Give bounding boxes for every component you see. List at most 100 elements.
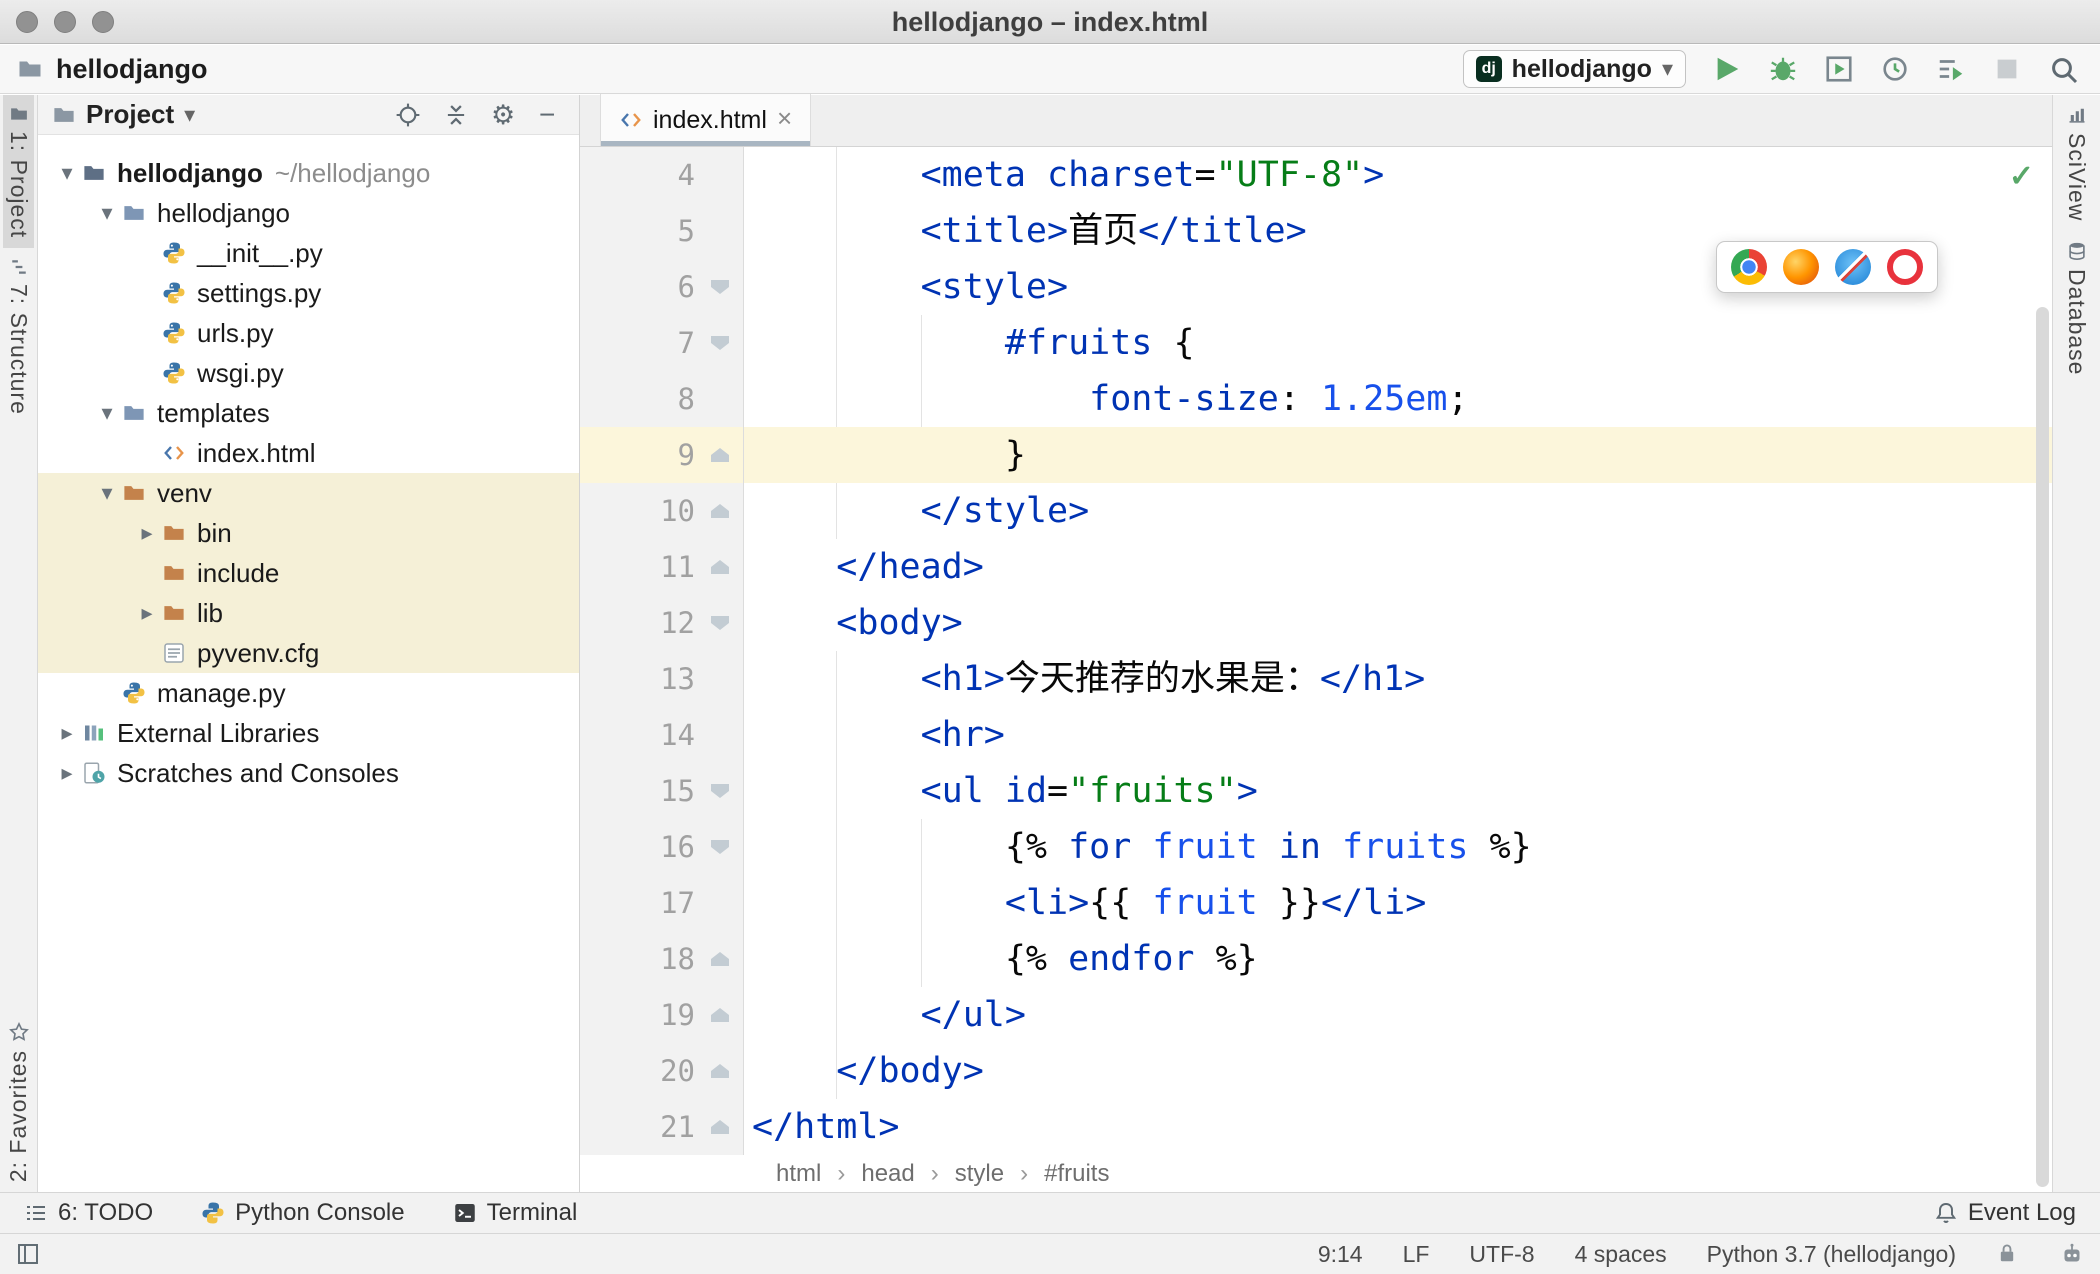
code-line-8[interactable]: font-size: 1.25em; (744, 371, 2052, 427)
stop-button[interactable] (1992, 54, 2022, 84)
indent-setting[interactable]: 4 spaces (1575, 1241, 1667, 1268)
code-line-21[interactable]: </html> (744, 1099, 2052, 1155)
chevron-right-icon[interactable] (54, 760, 80, 786)
profiler-button[interactable] (1880, 54, 1910, 84)
code-line-9[interactable]: } (744, 427, 2052, 483)
tool-button-event-log[interactable]: Event Log (1934, 1199, 2076, 1227)
locate-file-icon[interactable] (395, 102, 421, 128)
code-area[interactable]: <meta charset="UTF-8"> <title>首页</title>… (744, 147, 2052, 1155)
breadcrumb-head[interactable]: head (861, 1160, 914, 1188)
fold-down-icon[interactable] (711, 784, 729, 798)
breadcrumb-style[interactable]: style (955, 1160, 1004, 1188)
opera-browser-icon[interactable] (1887, 249, 1923, 285)
tree-item-templates[interactable]: templates (38, 393, 579, 433)
tool-button-database[interactable]: Database (2061, 231, 2092, 385)
code-line-19[interactable]: </ul> (744, 987, 2052, 1043)
run-configuration-select[interactable]: dj hellodjango (1462, 50, 1686, 88)
main-toolbar: hellodjango dj hellodjango (0, 45, 2100, 94)
chevron-down-icon[interactable] (94, 480, 120, 506)
fold-down-icon[interactable] (711, 336, 729, 350)
caret-position[interactable]: 9:14 (1318, 1241, 1363, 1268)
line-number: 12 (660, 606, 695, 640)
tree-item-bin[interactable]: bin (38, 513, 579, 553)
chevron-right-icon[interactable] (134, 600, 160, 626)
breadcrumb-html[interactable]: html (776, 1160, 821, 1188)
code-line-14[interactable]: <hr> (744, 707, 2052, 763)
file-encoding[interactable]: UTF-8 (1469, 1241, 1534, 1268)
safari-browser-icon[interactable] (1835, 249, 1871, 285)
highlighting-level-icon[interactable] (2060, 1242, 2084, 1266)
line-number: 19 (660, 998, 695, 1032)
breadcrumb-fruits[interactable]: #fruits (1044, 1160, 1109, 1188)
project-panel-title[interactable]: Project (86, 99, 174, 130)
code-line-10[interactable]: </style> (744, 483, 2052, 539)
fold-up-icon[interactable] (711, 1064, 729, 1078)
tree-item-settings-py[interactable]: settings.py (38, 273, 579, 313)
tool-button-favorites[interactable]: 2: Favorites (3, 1012, 34, 1192)
code-line-13[interactable]: <h1>今天推荐的水果是：</h1> (744, 651, 2052, 707)
code-line-15[interactable]: <ul id="fruits"> (744, 763, 2052, 819)
tool-button-sciview[interactable]: SciView (2061, 95, 2092, 231)
run-button[interactable] (1712, 54, 1742, 84)
tool-button-project[interactable]: 1: Project (3, 95, 34, 249)
lock-icon[interactable] (1996, 1242, 2020, 1266)
chevron-down-icon[interactable] (94, 200, 120, 226)
code-line-17[interactable]: <li>{{ fruit }}</li> (744, 875, 2052, 931)
fold-down-icon[interactable] (711, 280, 729, 294)
chevron-right-icon[interactable] (134, 520, 160, 546)
code-line-4[interactable]: <meta charset="UTF-8"> (744, 147, 2052, 203)
tree-item-external-libraries[interactable]: External Libraries (38, 713, 579, 753)
chevron-down-icon[interactable] (94, 400, 120, 426)
toolwindow-toggle-icon[interactable] (16, 1242, 40, 1266)
code-line-16[interactable]: {% for fruit in fruits %} (744, 819, 2052, 875)
close-tab-icon[interactable] (777, 108, 792, 132)
python-interpreter[interactable]: Python 3.7 (hellodjango) (1707, 1241, 1956, 1268)
tree-item-manage-py[interactable]: manage.py (38, 673, 579, 713)
chrome-browser-icon[interactable] (1731, 249, 1767, 285)
fold-up-icon[interactable] (711, 1008, 729, 1022)
fold-down-icon[interactable] (711, 840, 729, 854)
tree-item-include[interactable]: include (38, 553, 579, 593)
tree-item-index-html[interactable]: index.html (38, 433, 579, 473)
tree-item-lib[interactable]: lib (38, 593, 579, 633)
tree-item-hellodjango-package[interactable]: hellodjango (38, 193, 579, 233)
tree-item-project-root[interactable]: hellodjango ~/hellodjango (38, 153, 579, 193)
run-anything-button[interactable] (1936, 54, 1966, 84)
fold-up-icon[interactable] (711, 504, 729, 518)
tool-button-python-console[interactable]: Python Console (201, 1199, 405, 1227)
fold-up-icon[interactable] (711, 952, 729, 966)
chevron-right-icon[interactable] (54, 720, 80, 746)
tool-button-todo[interactable]: 6: TODO (24, 1199, 153, 1227)
tree-item-urls-py[interactable]: urls.py (38, 313, 579, 353)
tree-item-scratches[interactable]: Scratches and Consoles (38, 753, 579, 793)
fold-up-icon[interactable] (711, 560, 729, 574)
inspections-ok-icon[interactable] (2009, 159, 2034, 194)
code-line-20[interactable]: </body> (744, 1043, 2052, 1099)
code-line-12[interactable]: <body> (744, 595, 2052, 651)
chevron-down-icon[interactable] (184, 102, 195, 128)
code-line-18[interactable]: {% endfor %} (744, 931, 2052, 987)
run-with-coverage-button[interactable] (1824, 54, 1854, 84)
tool-button-terminal[interactable]: Terminal (453, 1199, 577, 1227)
fold-up-icon[interactable] (711, 1120, 729, 1134)
tree-item-wsgi-py[interactable]: wsgi.py (38, 353, 579, 393)
search-everywhere-button[interactable] (2048, 54, 2078, 84)
line-separator[interactable]: LF (1403, 1241, 1430, 1268)
tree-item-init-py[interactable]: __init__.py (38, 233, 579, 273)
tool-button-structure[interactable]: 7: Structure (3, 248, 34, 425)
tab-index-html[interactable]: index.html (600, 94, 812, 146)
hide-panel-icon[interactable] (539, 102, 565, 128)
tree-item-pyvenv-cfg[interactable]: pyvenv.cfg (38, 633, 579, 673)
code-line-11[interactable]: </head> (744, 539, 2052, 595)
collapse-all-icon[interactable] (443, 102, 469, 128)
gear-icon[interactable] (491, 102, 517, 128)
tree-item-venv[interactable]: venv (38, 473, 579, 513)
code-line-7[interactable]: #fruits { (744, 315, 2052, 371)
firefox-browser-icon[interactable] (1783, 249, 1819, 285)
fold-down-icon[interactable] (711, 616, 729, 630)
chevron-down-icon[interactable] (54, 160, 80, 186)
fold-up-icon[interactable] (711, 448, 729, 462)
debug-button[interactable] (1768, 54, 1798, 84)
tool-button-python-console-label: Python Console (235, 1199, 405, 1226)
editor-scrollbar[interactable] (2036, 307, 2049, 1187)
